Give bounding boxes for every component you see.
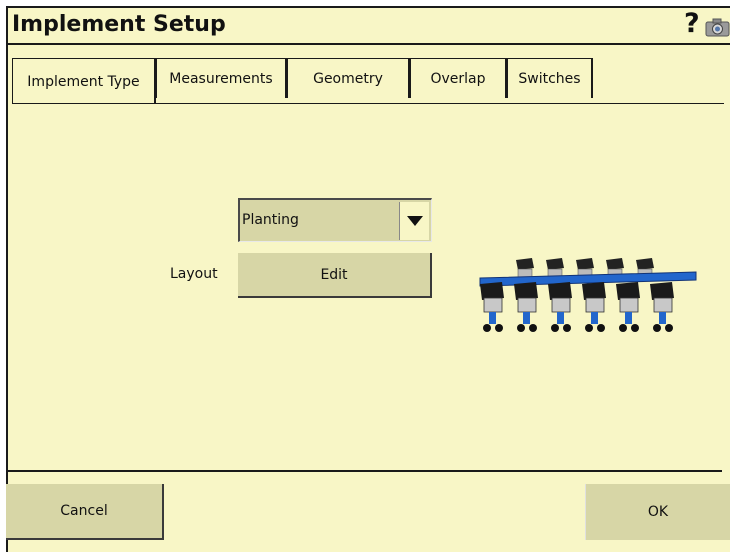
ok-button[interactable]: OK bbox=[585, 484, 730, 540]
wheel-icon bbox=[597, 324, 605, 332]
tab-label: Geometry bbox=[313, 70, 383, 87]
wheel-icon bbox=[495, 324, 503, 332]
wheel-icon bbox=[653, 324, 661, 332]
row-unit-frame-icon bbox=[523, 312, 530, 324]
row-unit-icon bbox=[653, 297, 673, 313]
dropdown-selected-value: Planting bbox=[242, 212, 299, 228]
hopper-icon bbox=[576, 258, 594, 270]
hopper-icon bbox=[616, 282, 640, 300]
tab-overlap[interactable]: Overlap bbox=[410, 58, 507, 98]
cancel-button[interactable]: Cancel bbox=[6, 484, 164, 540]
row-unit-frame-icon bbox=[557, 312, 564, 324]
planter-implement-illustration bbox=[479, 258, 697, 332]
row-unit-icon bbox=[585, 297, 605, 313]
wheel-icon bbox=[619, 324, 627, 332]
row-unit-icon bbox=[483, 297, 503, 313]
wheel-icon bbox=[585, 324, 593, 332]
row-unit-frame-icon bbox=[591, 312, 598, 324]
wheel-icon bbox=[563, 324, 571, 332]
hopper-icon bbox=[480, 282, 504, 300]
footer-divider bbox=[6, 470, 722, 472]
layout-label: Layout bbox=[170, 266, 218, 282]
wheel-icon bbox=[551, 324, 559, 332]
tab-label: Measurements bbox=[169, 70, 273, 87]
tab-switches[interactable]: Switches bbox=[507, 58, 593, 98]
hopper-icon bbox=[514, 282, 538, 300]
tab-label: Implement Type bbox=[27, 73, 140, 90]
title-bar: Implement Setup ? bbox=[8, 8, 730, 45]
hopper-icon bbox=[516, 258, 534, 270]
row-unit-frame-icon bbox=[489, 312, 496, 324]
tab-label: Switches bbox=[518, 70, 581, 87]
row-unit-icon bbox=[619, 297, 639, 313]
dropdown-toggle-button[interactable] bbox=[399, 202, 429, 240]
tab-measurements[interactable]: Measurements bbox=[156, 58, 287, 98]
wheel-icon bbox=[529, 324, 537, 332]
chevron-down-icon bbox=[407, 216, 423, 226]
tab-implement-type[interactable]: Implement Type bbox=[12, 58, 156, 104]
wheel-icon bbox=[483, 324, 491, 332]
hopper-icon bbox=[582, 282, 606, 300]
ok-button-label: OK bbox=[647, 504, 669, 520]
camera-icon[interactable] bbox=[705, 17, 730, 37]
tab-label: Overlap bbox=[430, 70, 486, 87]
wheel-icon bbox=[631, 324, 639, 332]
row-unit-icon bbox=[517, 297, 537, 313]
tab-bar: Implement Type Measurements Geometry Ove… bbox=[12, 58, 712, 104]
tab-geometry[interactable]: Geometry bbox=[287, 58, 410, 98]
wheel-icon bbox=[665, 324, 673, 332]
edit-layout-button[interactable]: Edit bbox=[238, 253, 432, 298]
hopper-icon bbox=[606, 258, 624, 270]
row-unit-frame-icon bbox=[625, 312, 632, 324]
hopper-icon bbox=[548, 282, 572, 300]
hopper-icon bbox=[650, 282, 674, 300]
implement-type-dropdown[interactable]: Planting bbox=[238, 198, 432, 242]
window-title: Implement Setup bbox=[12, 12, 226, 37]
row-unit-icon bbox=[551, 297, 571, 313]
hopper-icon bbox=[546, 258, 564, 270]
row-unit-icon bbox=[517, 268, 533, 278]
front-row-units bbox=[480, 282, 674, 332]
cancel-button-label: Cancel bbox=[60, 503, 108, 519]
edit-button-label: Edit bbox=[320, 266, 348, 283]
hopper-icon bbox=[636, 258, 654, 270]
wheel-icon bbox=[517, 324, 525, 332]
row-unit-frame-icon bbox=[659, 312, 666, 324]
help-icon[interactable]: ? bbox=[684, 8, 700, 39]
